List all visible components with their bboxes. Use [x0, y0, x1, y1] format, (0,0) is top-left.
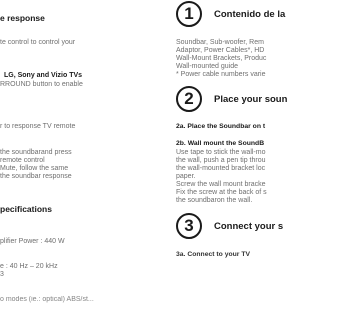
step-1-number-circle: 1	[176, 1, 202, 27]
tv-brands-bold: LG, Sony and Vizio TVs	[4, 72, 83, 79]
step-2-line: the soundbaron the wall.	[176, 197, 253, 204]
section-heading-specifications: pecifications	[0, 204, 52, 214]
step-1-line: Wall-mounted guide	[176, 63, 238, 70]
step-1-line: Soundbar, Sub-woofer, Rem	[176, 39, 264, 46]
spec-number: 3	[0, 271, 4, 278]
step-2-number-circle: 2	[176, 86, 202, 112]
step-2-line: the wall-mounted bracket loc	[176, 165, 266, 172]
step-3-title: Connect your s	[214, 221, 284, 232]
spec-amplifier-power: plifier Power : 440 W	[0, 238, 65, 245]
step-3a-subheading: 3a. Connect to your TV	[176, 251, 251, 258]
step-3-number: 3	[184, 216, 194, 235]
step-1-number: 1	[184, 4, 194, 23]
step-2-line: paper.	[176, 173, 196, 180]
spec-frequency: e : 40 Hz – 20 kHz	[0, 263, 58, 270]
step-1-line: Adaptor, Power Cables*, HD	[176, 47, 265, 54]
step-1-title: Contenido de la	[214, 9, 286, 20]
spec-cut-line: o modes (ie.: optical) ABS/st...	[0, 296, 94, 303]
step-2b-subheading: 2b. Wall mount the SoundB	[176, 140, 265, 147]
step-2-line: the wall, push a pen tip throu	[176, 157, 266, 164]
step-2-line: Screw the wall mount bracke	[176, 181, 266, 188]
tv-response-line: r to response TV remote	[0, 123, 76, 130]
step-2-line: Use tape to stick the wall-mo	[176, 149, 266, 156]
step-2-line: Fix the screw at the back of s	[176, 189, 267, 196]
remote-line: te control to control your	[0, 39, 76, 46]
step-1-footnote: * Power cable numbers varie	[176, 71, 266, 78]
step-2-number: 2	[184, 89, 194, 108]
step-2a-subheading: 2a. Place the Soundbar on t	[176, 123, 266, 130]
step-3-number-circle: 3	[176, 213, 202, 239]
instruction-line: the soundbar response	[0, 173, 72, 180]
step-1-line: Wall-Mount Brackets, Produc	[176, 55, 267, 62]
step-2-title: Place your soun	[214, 94, 288, 105]
section-heading-remote-response: e response	[0, 13, 45, 23]
tv-surround-line: RROUND button to enable	[0, 81, 83, 88]
